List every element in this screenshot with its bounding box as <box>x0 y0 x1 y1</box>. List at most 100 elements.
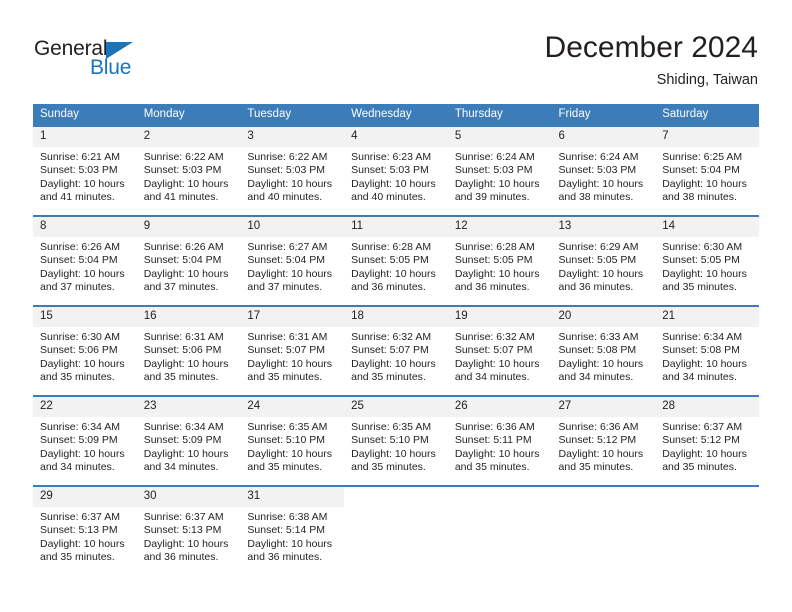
calendar-day-cell[interactable]: 18 Sunrise: 6:32 AM Sunset: 5:07 PM Dayligh… <box>344 305 448 396</box>
calendar-day-cell[interactable]: 1 Sunrise: 6:21 AM Sunset: 5:03 PM Daylight… <box>33 125 137 216</box>
day-number: 15 <box>33 307 137 327</box>
calendar-day-cell[interactable]: 8 Sunrise: 6:26 AM Sunset: 5:04 PM Daylight… <box>33 215 137 306</box>
calendar-day-cell[interactable]: 30 Sunrise: 6:37 AM Sunset: 5:13 PM Dayligh… <box>136 485 241 575</box>
day-details: Sunrise: 6:32 AM Sunset: 5:07 PM Daylight:… <box>448 327 552 385</box>
sunset-time: Sunset: 5:05 PM <box>454 254 533 267</box>
calendar-day-cell[interactable]: 24 Sunrise: 6:35 AM Sunset: 5:10 PM Dayligh… <box>240 395 345 486</box>
daylight-duration-line1: Daylight: 10 hours <box>143 447 229 460</box>
day-details: Sunrise: 6:21 AM Sunset: 5:03 PM Daylight:… <box>33 147 137 205</box>
weekday-header-wednesday: Wednesday <box>344 104 448 126</box>
page-header: General Blue December 2024 Shiding, Taiw… <box>0 0 792 104</box>
day-number: 29 <box>33 487 137 507</box>
calendar-day-cell[interactable]: 27 Sunrise: 6:36 AM Sunset: 5:12 PM Dayligh… <box>551 395 656 486</box>
calendar-day-cell[interactable]: 6 Sunrise: 6:24 AM Sunset: 5:03 PM Daylight… <box>551 125 656 216</box>
calendar-day-cell[interactable]: 21 Sunrise: 6:34 AM Sunset: 5:08 PM Dayligh… <box>655 305 759 396</box>
daylight-duration-line1: Daylight: 10 hours <box>40 447 125 460</box>
daylight-duration-line2: and 38 minutes. <box>662 191 737 204</box>
calendar-grid: Sunday Monday Tuesday Wednesday Thursday… <box>33 104 759 575</box>
day-details: Sunrise: 6:35 AM Sunset: 5:10 PM Daylight:… <box>240 417 344 475</box>
day-details: Sunrise: 6:28 AM Sunset: 5:05 PM Daylight:… <box>448 237 552 295</box>
calendar-day-cell[interactable]: 9 Sunrise: 6:26 AM Sunset: 5:04 PM Daylight… <box>136 215 241 306</box>
calendar-week-row: 8 Sunrise: 6:26 AM Sunset: 5:04 PM Daylight… <box>33 215 759 306</box>
day-number: 14 <box>655 217 759 237</box>
day-details: Sunrise: 6:29 AM Sunset: 5:05 PM Daylight:… <box>552 237 656 295</box>
day-details: Sunrise: 6:37 AM Sunset: 5:12 PM Daylight:… <box>655 417 759 475</box>
daylight-duration-line2: and 34 minutes. <box>558 371 634 384</box>
sunset-time: Sunset: 5:03 PM <box>558 164 637 177</box>
calendar-day-cell[interactable]: 3 Sunrise: 6:22 AM Sunset: 5:03 PM Daylight… <box>240 125 345 216</box>
generalblue-logo[interactable]: General Blue <box>34 37 164 87</box>
sunset-time: Sunset: 5:04 PM <box>143 254 222 267</box>
calendar-day-cell[interactable]: 28 Sunrise: 6:37 AM Sunset: 5:12 PM Dayligh… <box>655 395 759 486</box>
day-details: Sunrise: 6:36 AM Sunset: 5:11 PM Daylight:… <box>448 417 552 475</box>
day-details: Sunrise: 6:26 AM Sunset: 5:04 PM Daylight:… <box>33 237 137 295</box>
calendar-day-cell[interactable]: 22 Sunrise: 6:34 AM Sunset: 5:09 PM Dayligh… <box>33 395 137 486</box>
daylight-duration-line1: Daylight: 10 hours <box>247 537 333 550</box>
daylight-duration-line2: and 37 minutes. <box>247 281 323 294</box>
sunrise-time: Sunrise: 6:37 AM <box>40 511 120 523</box>
sunrise-time: Sunrise: 6:36 AM <box>558 421 639 433</box>
weekday-header-thursday: Thursday <box>447 104 552 126</box>
calendar-day-cell[interactable]: 20 Sunrise: 6:33 AM Sunset: 5:08 PM Dayligh… <box>551 305 656 396</box>
day-details: Sunrise: 6:28 AM Sunset: 5:05 PM Daylight:… <box>344 237 448 295</box>
calendar-day-cell[interactable]: 4 Sunrise: 6:23 AM Sunset: 5:03 PM Daylight… <box>344 125 448 216</box>
day-number: 6 <box>551 127 656 147</box>
day-details: Sunrise: 6:34 AM Sunset: 5:09 PM Daylight:… <box>137 417 241 475</box>
sunrise-time: Sunrise: 6:23 AM <box>351 151 432 163</box>
calendar-day-cell[interactable]: 29 Sunrise: 6:37 AM Sunset: 5:13 PM Dayligh… <box>33 485 137 575</box>
calendar-day-cell[interactable]: 14 Sunrise: 6:30 AM Sunset: 5:05 PM Dayligh… <box>655 215 759 306</box>
calendar-day-cell[interactable]: 11 Sunrise: 6:28 AM Sunset: 5:05 PM Dayligh… <box>344 215 448 306</box>
sunrise-time: Sunrise: 6:22 AM <box>247 151 328 163</box>
calendar-day-cell[interactable]: 31 Sunrise: 6:38 AM Sunset: 5:14 PM Dayligh… <box>240 485 345 575</box>
calendar-day-cell[interactable]: 23 Sunrise: 6:34 AM Sunset: 5:09 PM Dayligh… <box>136 395 241 486</box>
sunrise-time: Sunrise: 6:32 AM <box>454 331 535 343</box>
sunrise-time: Sunrise: 6:37 AM <box>662 421 743 433</box>
calendar-day-cell[interactable]: 19 Sunrise: 6:32 AM Sunset: 5:07 PM Dayligh… <box>447 305 552 396</box>
day-details: Sunrise: 6:25 AM Sunset: 5:04 PM Daylight:… <box>655 147 759 205</box>
daylight-duration-line2: and 36 minutes. <box>454 281 530 294</box>
calendar-day-cell[interactable]: 5 Sunrise: 6:24 AM Sunset: 5:03 PM Daylight… <box>447 125 552 216</box>
daylight-duration-line1: Daylight: 10 hours <box>454 357 540 370</box>
day-details: Sunrise: 6:32 AM Sunset: 5:07 PM Daylight:… <box>344 327 448 385</box>
sunrise-time: Sunrise: 6:26 AM <box>40 241 120 253</box>
sunset-time: Sunset: 5:08 PM <box>662 344 740 357</box>
calendar-day-cell[interactable]: 12 Sunrise: 6:28 AM Sunset: 5:05 PM Dayligh… <box>447 215 552 306</box>
calendar-day-cell[interactable]: 17 Sunrise: 6:31 AM Sunset: 5:07 PM Dayligh… <box>240 305 345 396</box>
day-number: 31 <box>240 487 345 507</box>
location-subtitle: Shiding, Taiwan <box>656 72 758 88</box>
sunset-time: Sunset: 5:03 PM <box>143 164 222 177</box>
sunset-time: Sunset: 5:11 PM <box>454 434 532 447</box>
calendar-day-cell[interactable]: 10 Sunrise: 6:27 AM Sunset: 5:04 PM Dayligh… <box>240 215 345 306</box>
daylight-duration-line1: Daylight: 10 hours <box>351 267 436 280</box>
calendar-cell-empty <box>655 485 759 575</box>
daylight-duration-line1: Daylight: 10 hours <box>143 267 229 280</box>
calendar-day-cell[interactable]: 7 Sunrise: 6:25 AM Sunset: 5:04 PM Daylight… <box>655 125 759 216</box>
sunrise-time: Sunrise: 6:24 AM <box>558 151 639 163</box>
sunrise-time: Sunrise: 6:29 AM <box>558 241 639 253</box>
daylight-duration-line2: and 40 minutes. <box>351 191 426 204</box>
sunset-time: Sunset: 5:13 PM <box>40 524 118 537</box>
daylight-duration-line1: Daylight: 10 hours <box>247 447 333 460</box>
sunset-time: Sunset: 5:06 PM <box>40 344 118 357</box>
weekday-header-monday: Monday <box>136 104 241 126</box>
calendar-day-cell[interactable]: 13 Sunrise: 6:29 AM Sunset: 5:05 PM Dayligh… <box>551 215 656 306</box>
sunset-time: Sunset: 5:10 PM <box>351 434 429 447</box>
daylight-duration-line1: Daylight: 10 hours <box>143 537 229 550</box>
daylight-duration-line1: Daylight: 10 hours <box>558 267 644 280</box>
sunset-time: Sunset: 5:05 PM <box>558 254 637 267</box>
daylight-duration-line1: Daylight: 10 hours <box>454 267 540 280</box>
calendar-day-cell[interactable]: 25 Sunrise: 6:35 AM Sunset: 5:10 PM Dayligh… <box>344 395 448 486</box>
calendar-week-row: 29 Sunrise: 6:37 AM Sunset: 5:13 PM Dayligh… <box>33 485 759 575</box>
sunrise-time: Sunrise: 6:35 AM <box>351 421 432 433</box>
calendar-day-cell[interactable]: 26 Sunrise: 6:36 AM Sunset: 5:11 PM Dayligh… <box>447 395 552 486</box>
calendar-day-cell[interactable]: 15 Sunrise: 6:30 AM Sunset: 5:06 PM Dayligh… <box>33 305 137 396</box>
day-number: 11 <box>344 217 448 237</box>
daylight-duration-line1: Daylight: 10 hours <box>143 177 229 190</box>
calendar-day-cell[interactable]: 16 Sunrise: 6:31 AM Sunset: 5:06 PM Dayligh… <box>136 305 241 396</box>
daylight-duration-line2: and 35 minutes. <box>143 371 219 384</box>
daylight-duration-line2: and 34 minutes. <box>143 461 219 474</box>
calendar-day-cell[interactable]: 2 Sunrise: 6:22 AM Sunset: 5:03 PM Daylight… <box>136 125 241 216</box>
daylight-duration-line2: and 39 minutes. <box>454 191 530 204</box>
calendar-body: 1 Sunrise: 6:21 AM Sunset: 5:03 PM Daylight… <box>33 125 759 575</box>
sunset-time: Sunset: 5:06 PM <box>143 344 222 357</box>
